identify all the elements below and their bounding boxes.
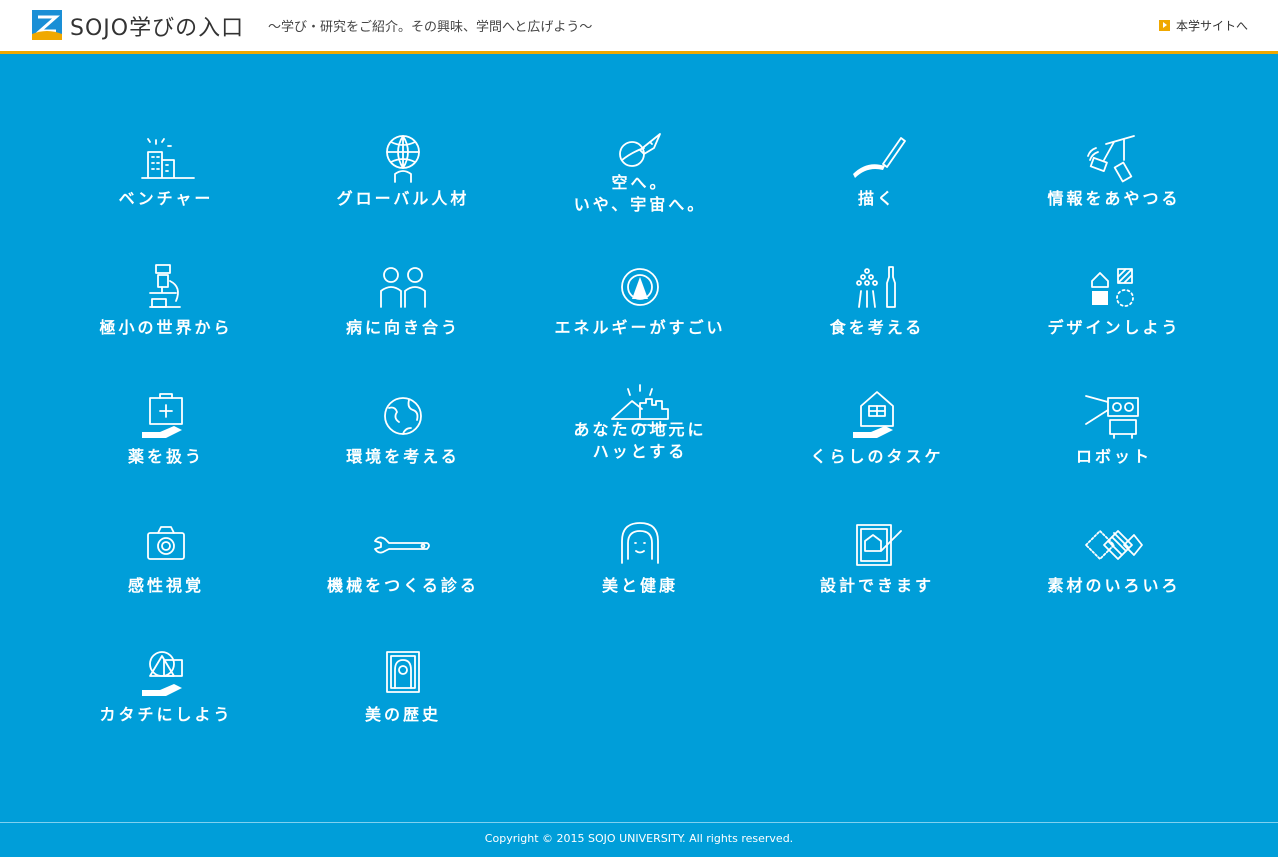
blueprint-icon <box>856 524 902 566</box>
tile-label: 極小の世界から <box>99 318 233 337</box>
tile-energy[interactable]: エネルギーがすごい <box>530 259 750 369</box>
buildings-icon <box>141 138 195 179</box>
food-icon <box>856 266 896 308</box>
copyright: Copyright © 2015 SOJO UNIVERSITY. All ri… <box>484 832 794 845</box>
site-title[interactable]: SOJO学びの入口 <box>70 10 244 42</box>
tile-global[interactable]: グローバル人材 <box>293 130 513 240</box>
microscope-icon <box>149 264 181 308</box>
people-icon <box>380 267 426 308</box>
tile-label: デザインしよう <box>1047 318 1181 337</box>
tile-label: 情報をあやつる <box>1047 189 1181 208</box>
main-site-link[interactable]: 本学サイトへ <box>1158 17 1248 34</box>
tile-materials[interactable]: 素材のいろいろ <box>1004 517 1224 627</box>
main-site-link-label: 本学サイトへ <box>1175 19 1248 33</box>
tile-label: 素材のいろいろ <box>1047 576 1181 595</box>
tile-robot[interactable]: ロボット <box>1004 388 1224 498</box>
tile-machine[interactable]: 機械をつくる診る <box>293 517 513 627</box>
tile-medicine[interactable]: 薬を扱う <box>56 388 276 498</box>
material-icon <box>1085 530 1143 560</box>
tile-label: あなたの地元に ハッとする <box>573 420 707 461</box>
tile-label: 機械をつくる診る <box>327 576 479 595</box>
design-icon <box>1091 268 1134 307</box>
site-tagline: 〜学び・研究をご紹介。その興味、学問へと広げよう〜 <box>268 20 593 35</box>
tile-label: くらしのタスケ <box>810 447 944 466</box>
tile-label: カタチにしよう <box>99 705 233 724</box>
tile-hometown[interactable]: あなたの地元に ハッとする <box>530 377 750 487</box>
tile-label: 食を考える <box>829 318 925 337</box>
tile-living[interactable]: くらしのタスケ <box>767 388 987 498</box>
energy-icon <box>621 268 659 306</box>
tile-label: エネルギーがすごい <box>554 318 726 337</box>
face-icon <box>621 522 659 564</box>
tile-sensibility[interactable]: 感性視覚 <box>56 517 276 627</box>
tile-environment[interactable]: 環境を考える <box>293 388 513 498</box>
globe-person-icon <box>386 135 420 183</box>
earth-icon <box>384 397 422 435</box>
tile-micro-world[interactable]: 極小の世界から <box>56 259 276 369</box>
house-icon <box>853 391 894 438</box>
tile-design[interactable]: デザインしよう <box>1004 259 1224 369</box>
pen-icon <box>853 137 906 178</box>
tile-label: 環境を考える <box>346 447 460 466</box>
portrait-icon <box>386 651 420 693</box>
tile-design-build[interactable]: 設計できます <box>767 517 987 627</box>
camera-icon <box>147 526 185 560</box>
tile-label: グローバル人材 <box>336 189 470 208</box>
medicine-box-icon <box>142 393 183 438</box>
tile-art-history[interactable]: 美の歴史 <box>293 646 513 756</box>
tile-label: 設計できます <box>819 576 934 595</box>
shapes-icon <box>142 651 183 696</box>
tile-label: 空へ。 いや、宇宙へ。 <box>573 173 707 214</box>
arrow-right-icon <box>1158 20 1170 31</box>
tile-label: 美の歴史 <box>364 705 441 724</box>
tile-shape[interactable]: カタチにしよう <box>56 646 276 756</box>
tile-beauty-health[interactable]: 美と健康 <box>530 517 750 627</box>
tile-label: ロボット <box>1075 447 1152 466</box>
tile-label: ベンチャー <box>118 189 214 208</box>
tile-space[interactable]: 空へ。 いや、宇宙へ。 <box>530 130 750 240</box>
wrench-icon <box>374 536 430 554</box>
tile-food[interactable]: 食を考える <box>767 259 987 369</box>
tile-label: 描く <box>857 189 896 208</box>
robot-icon <box>1085 395 1139 439</box>
tile-draw[interactable]: 描く <box>767 130 987 240</box>
footer-divider <box>0 822 1278 823</box>
tile-venture[interactable]: ベンチャー <box>56 130 276 240</box>
tile-illness[interactable]: 病に向き合う <box>293 259 513 369</box>
tile-label: 美と健康 <box>601 576 678 595</box>
header: SOJO学びの入口 〜学び・研究をご紹介。その興味、学問へと広げよう〜 本学サイ… <box>0 0 1278 54</box>
devices-icon <box>1087 135 1135 183</box>
tile-label: 感性視覚 <box>127 576 204 595</box>
tile-label: 薬を扱う <box>127 447 204 466</box>
sojo-logo-icon[interactable] <box>32 10 62 40</box>
tile-information[interactable]: 情報をあやつる <box>1004 130 1224 240</box>
tile-label: 病に向き合う <box>345 318 460 337</box>
